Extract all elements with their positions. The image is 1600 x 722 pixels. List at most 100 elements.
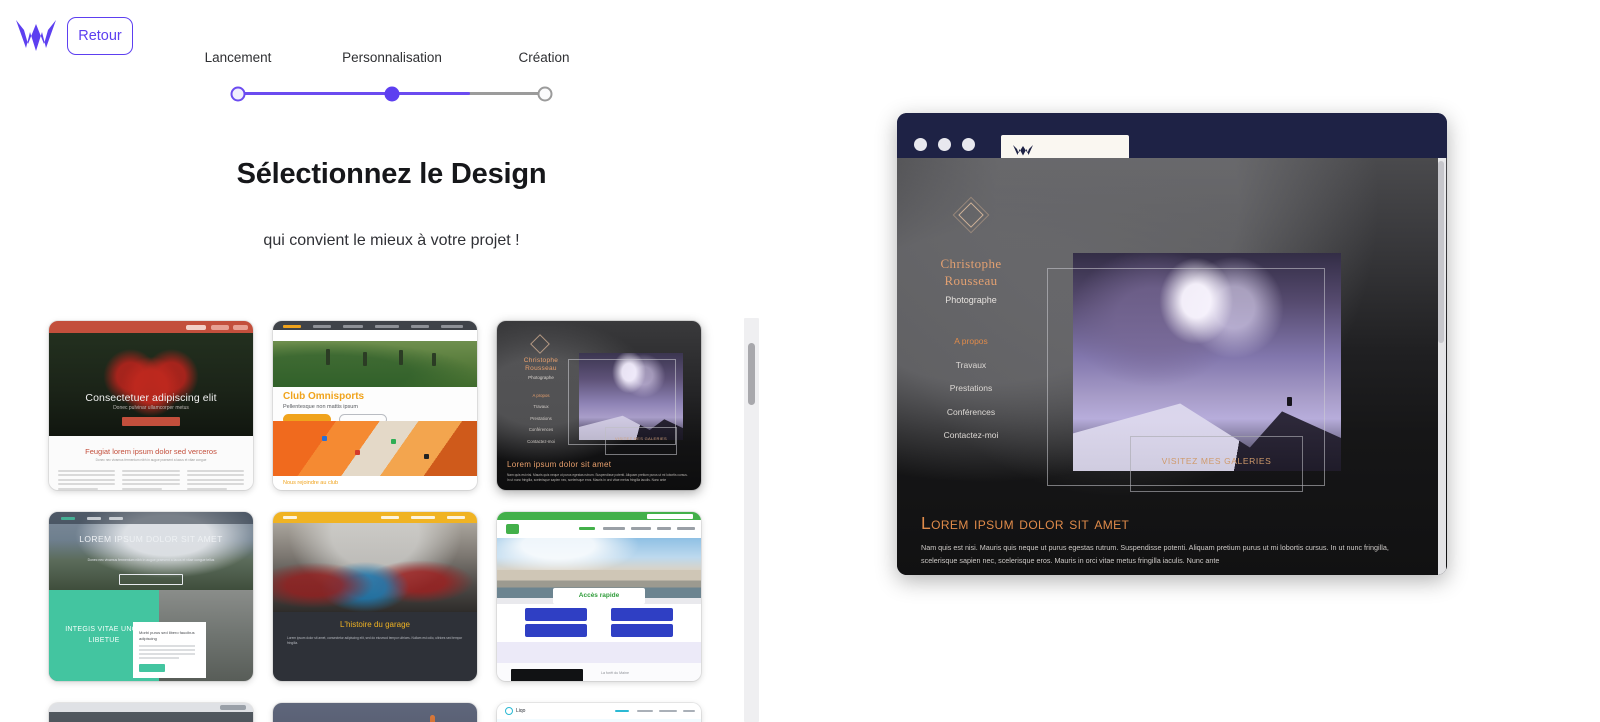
- close-dot-icon[interactable]: [914, 138, 927, 151]
- design-card-liqo[interactable]: Liqo: [497, 703, 701, 722]
- design-gallery: Consectetuer adipiscing elit Donec pulvi…: [40, 312, 754, 722]
- stepper-label-creation: Création: [518, 50, 570, 65]
- preview-brand-line1: Christophe: [940, 256, 1002, 271]
- back-button[interactable]: Retour: [67, 17, 133, 55]
- thumb-hero-title: Consectetuer adipiscing elit: [85, 392, 217, 404]
- thumb-nav-item: [283, 325, 301, 328]
- design-card-sport-colore[interactable]: [49, 703, 253, 722]
- gallery-scrollbar-thumb[interactable]: [748, 343, 755, 405]
- wizi-w-logo-icon: [1012, 143, 1034, 156]
- thumb-card-title: Accès rapide: [578, 592, 620, 599]
- thumb-hero-button: [119, 574, 183, 585]
- thumb-logo: [283, 516, 297, 519]
- design-thumbnail: Accès rapide La forêt du Maine: [497, 512, 701, 681]
- thumb-hero-subtitle: Pellentesque non mattis ipsum: [283, 404, 358, 410]
- thumb-nav-item: [411, 516, 435, 519]
- design-card-garage[interactable]: L'histoire du garage Lorem ipsum dolor s…: [273, 512, 477, 681]
- thumb-nav-item: [447, 516, 465, 519]
- thumb-section-title: Feugiat lorem ipsum dolor sed verceros: [85, 447, 217, 456]
- stepper-labels: Lancement Personnalisation Création: [180, 50, 600, 72]
- preview-brand-line2: Rousseau: [944, 273, 998, 288]
- preview-brand: Christophe Rousseau: [897, 255, 1045, 289]
- thumb-nav-item: [677, 527, 695, 530]
- design-thumbnail: Christophe Rousseau Photographe A propos…: [497, 321, 701, 490]
- thumb-paragraph: Nam quis est nisi. Mauris quis neque ut …: [507, 473, 688, 483]
- design-thumbnail: Consectetuer adipiscing elit Donec pulvi…: [49, 321, 253, 490]
- design-card-club-omnisports[interactable]: Club Omnisports Pellentesque non mattis …: [273, 321, 477, 490]
- thumb-nav-item: [220, 705, 246, 710]
- thumb-navbar: [49, 512, 253, 524]
- thumb-nav-item: [683, 709, 695, 713]
- page-subtitle: qui convient le mieux à votre projet !: [263, 232, 520, 249]
- thumb-card-title: Morbi purus sed libero faucibus adipisci…: [139, 630, 195, 641]
- preview-menu-item-travaux[interactable]: Travaux: [897, 360, 1045, 370]
- design-thumbnail: Besoin de décoration: [273, 703, 477, 722]
- thumb-hero-subtitle: Donec nec vivamus fermentum nibh in augu…: [87, 558, 215, 562]
- thumb-nav-item: [441, 325, 463, 328]
- stepper-dot-creation[interactable]: [537, 86, 553, 101]
- minimize-dot-icon[interactable]: [938, 138, 951, 151]
- thumb-background: [273, 703, 477, 722]
- design-thumbnail: Club Omnisports Pellentesque non mattis …: [273, 321, 477, 490]
- thumb-nav-item: [343, 325, 363, 328]
- thumb-nav-item: [109, 517, 123, 520]
- thumb-brand-line1: Christophe: [523, 357, 559, 364]
- thumb-hero-button: [122, 417, 180, 426]
- preview-menu-item-prestations[interactable]: Prestations: [897, 383, 1045, 393]
- preview-menu: A propos Travaux Prestations Conférences…: [897, 336, 1045, 454]
- thumb-nav-item: [233, 324, 248, 330]
- thumb-footer-text: La forêt du Maine: [601, 671, 629, 675]
- thumb-hero-title: LOREM IPSUM DOLOR SIT AMET: [79, 534, 223, 544]
- thumb-nav-item: [87, 517, 101, 520]
- preview-menu-item-contactez-moi[interactable]: Contactez-moi: [897, 430, 1045, 440]
- thumb-paragraph: Lorem ipsum dolor sit amet, consectetur …: [287, 636, 463, 645]
- thumb-nav-item: [637, 709, 653, 713]
- thumb-navbar: [273, 330, 477, 341]
- thumb-nav-item: [657, 527, 671, 530]
- stepper-dot-lancement[interactable]: [230, 86, 246, 101]
- thumb-hero-image: [49, 712, 253, 722]
- design-grid: Consectetuer adipiscing elit Donec pulvi…: [40, 312, 754, 722]
- thumb-gallery-cta: VISITEZ MES GALERIES: [614, 436, 667, 441]
- thumb-video: [511, 669, 583, 681]
- thumb-nav-item: [186, 324, 206, 330]
- preview-menu-item-a-propos[interactable]: A propos: [897, 336, 1045, 346]
- maximize-dot-icon[interactable]: [962, 138, 975, 151]
- page-title: Sélectionnez le Design: [236, 158, 547, 190]
- design-preview-window: Christophe Rousseau Photographe A propos…: [897, 113, 1447, 575]
- thumb-column: [186, 470, 244, 490]
- design-card-montagne[interactable]: LOREM IPSUM DOLOR SIT AMET Donec nec viv…: [49, 512, 253, 681]
- thumb-section-title: L'histoire du garage: [339, 620, 411, 629]
- thumb-quick-link: [611, 608, 673, 621]
- design-card-photographe[interactable]: Christophe Rousseau Photographe A propos…: [497, 321, 701, 490]
- design-card-mairie[interactable]: Accès rapide La forêt du Maine: [497, 512, 701, 681]
- design-card-restaurant[interactable]: Consectetuer adipiscing elit Donec pulvi…: [49, 321, 253, 490]
- thumb-heading: Lorem ipsum dolor sit amet: [507, 460, 612, 469]
- thumb-column: [58, 470, 116, 490]
- thumb-search-field: [647, 513, 693, 519]
- thumb-body: Feugiat lorem ipsum dolor sed verceros D…: [49, 436, 253, 490]
- preview-gallery-cta[interactable]: VISITEZ MES GALERIES: [1130, 456, 1303, 466]
- thumb-nav-item: [313, 325, 331, 328]
- thumb-hero-image: [273, 523, 477, 612]
- design-thumbnail: L'histoire du garage Lorem ipsum dolor s…: [273, 512, 477, 681]
- thumb-nav-item: [411, 325, 429, 328]
- preview-paragraph: Nam quis est nisi. Mauris quis neque ut …: [921, 543, 1389, 565]
- thumb-card-button: [139, 664, 165, 672]
- preview-scrollbar-track[interactable]: [1438, 158, 1446, 575]
- thumb-quick-link: [611, 624, 673, 637]
- thumb-nav-item: [631, 527, 651, 530]
- preview-menu-item-conferences[interactable]: Conférences: [897, 407, 1045, 417]
- design-thumbnail: Liqo: [497, 703, 701, 722]
- stepper-dot-personnalisation[interactable]: [384, 86, 400, 101]
- thumb-band: [497, 642, 701, 663]
- progress-stepper: Lancement Personnalisation Création: [180, 50, 600, 110]
- thumb-nav-item: [375, 325, 399, 328]
- thumb-column: [122, 470, 180, 490]
- preview-scrollbar-thumb[interactable]: [1438, 161, 1444, 343]
- thumb-brand-line2: Rousseau: [525, 365, 557, 372]
- thumb-frame-small: [605, 427, 677, 455]
- design-card-sombre[interactable]: Besoin de décoration: [273, 703, 477, 722]
- preview-viewport: Christophe Rousseau Photographe A propos…: [897, 158, 1447, 575]
- wizi-w-logo-icon[interactable]: [14, 18, 58, 52]
